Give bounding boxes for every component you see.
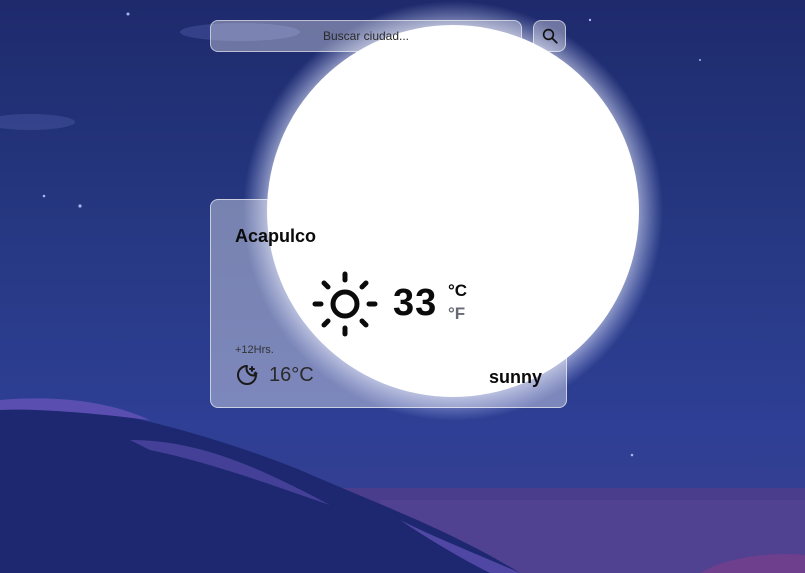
hill	[0, 400, 520, 573]
celsius-toggle[interactable]: °C	[448, 281, 467, 301]
moon-stars-icon	[237, 365, 258, 385]
forecast-label: +12Hrs.	[235, 344, 274, 356]
search-input[interactable]	[210, 20, 522, 52]
forecast-temperature: 16°C	[269, 364, 314, 386]
current-temperature: 33	[393, 282, 438, 324]
city-name: Acapulco	[235, 226, 317, 246]
search-icon	[542, 28, 558, 44]
sun-icon	[312, 271, 378, 337]
weather-condition: sunny	[488, 367, 542, 387]
weather-card: Acapulco 33 °C °F +12Hrs. 16°C sunny	[210, 199, 567, 408]
search-button[interactable]	[533, 20, 566, 52]
fahrenheit-toggle[interactable]: °F	[448, 304, 465, 324]
